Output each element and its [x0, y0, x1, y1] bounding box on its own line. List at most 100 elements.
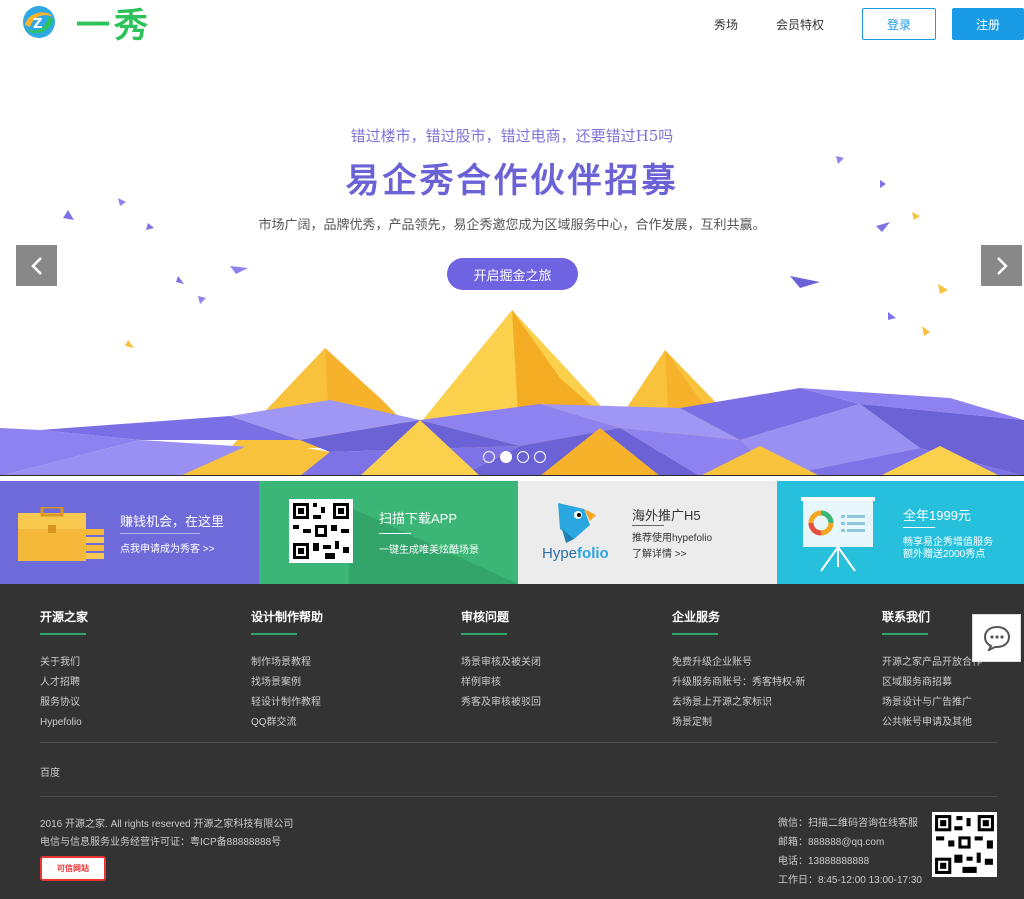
banner-bottom-strip: [0, 475, 1024, 476]
footer-column-review: 审核问题 场景审核及被关闭 样例审核 秀客及审核被驳回: [461, 608, 541, 713]
hypefolio-logo: Hypefolio: [542, 545, 609, 562]
banner-description: 市场广阔，品牌优秀，产品领先，易企秀邀您成为区域服务中心，合作发展，互利共赢。: [258, 217, 766, 232]
footer-divider: [40, 742, 997, 743]
footer-link[interactable]: 去场景上开源之家标识: [672, 693, 805, 713]
license-text: 电信与信息服务业务经营许可证：粤ICP备88888888号: [40, 837, 282, 848]
carousel-dot-4[interactable]: [534, 451, 546, 463]
carousel-dot-2[interactable]: [500, 451, 512, 463]
friend-link-baidu[interactable]: 百度: [40, 764, 60, 779]
promo-app-divider: [379, 533, 411, 534]
logo-text: 一秀: [76, 5, 152, 46]
footer-link[interactable]: 场景定制: [672, 713, 805, 733]
wechat-qr-code-icon: [932, 812, 997, 877]
chevron-right-icon: [996, 256, 1008, 275]
footer-link[interactable]: QQ群交流: [251, 713, 323, 733]
promo-annual-subtitle-1: 畅享易企秀增值服务: [903, 537, 993, 548]
footer-link[interactable]: 场景设计与广告推广: [882, 693, 982, 713]
nav-link-showroom[interactable]: 秀场: [714, 16, 738, 33]
promo-overseas-title: 海外推广H5: [632, 508, 701, 523]
site-footer: 开源之家 关于我们 人才招聘 服务协议 Hypefolio 设计制作帮助 制作场…: [0, 584, 1024, 899]
footer-column-help: 设计制作帮助 制作场景教程 找场景案例 轻设计制作教程 QQ群交流: [251, 608, 323, 733]
carousel-dots: [483, 451, 551, 463]
carousel-next-button[interactable]: [981, 245, 1022, 286]
footer-link[interactable]: 服务协议: [40, 693, 88, 713]
logo-swirl-icon: Z: [23, 6, 55, 38]
footer-column-underline: [40, 633, 86, 635]
login-button[interactable]: 登录: [862, 8, 936, 40]
promo-app-subtitle: 一键生成唯美炫酷场景: [379, 545, 479, 556]
footer-column-title: 开源之家: [40, 610, 89, 624]
online-chat-button[interactable]: [972, 614, 1021, 662]
footer-column-title: 企业服务: [672, 610, 721, 624]
carousel-dot-1[interactable]: [483, 451, 495, 463]
presentation-board-icon: [801, 497, 875, 572]
hypefolio-logo-folio: folio: [577, 545, 609, 562]
footer-link[interactable]: Hypefolio: [40, 713, 88, 733]
top-header: Z 一秀 秀场 会员特权 登录 注册: [0, 0, 1024, 48]
promo-card-earn[interactable]: 赚钱机会，在这里 点我申请成为秀客 >>: [0, 481, 259, 584]
footer-link[interactable]: 关于我们: [40, 653, 88, 673]
footer-column-underline: [672, 633, 718, 635]
footer-column-underline: [251, 633, 297, 635]
footer-column-contact: 联系我们 开源之家产品开放合作 区域服务商招募 场景设计与广告推广 公共帐号申请…: [882, 608, 982, 733]
promo-app-title: 扫描下载APP: [379, 511, 458, 526]
promo-annual-title: 全年1999元: [903, 508, 971, 523]
footer-column-title: 审核问题: [461, 610, 510, 624]
trusted-site-badge-label: 可信网站: [57, 864, 89, 873]
footer-link[interactable]: 场景审核及被关闭: [461, 653, 541, 673]
hero-banner: 错过楼市，错过股市，错过电商，还要错过H5吗 易企秀合作伙伴招募 市场广阔，品牌…: [0, 48, 1024, 476]
contact-email: 邮箱：888888@qq.com: [778, 837, 885, 848]
trusted-site-badge[interactable]: 可信网站: [40, 856, 106, 881]
footer-link[interactable]: 开源之家产品开放合作: [882, 653, 982, 673]
footer-column-title: 设计制作帮助: [251, 610, 324, 624]
footer-column-underline: [882, 633, 928, 635]
footer-divider: [40, 796, 997, 797]
contact-info: 微信：扫描二维码咨询在线客服 邮箱：888888@qq.com 电话：13888…: [778, 814, 922, 890]
promo-overseas-divider: [632, 525, 664, 526]
promo-card-overseas[interactable]: Hypefolio 海外推广H5 推荐使用hypefolio 了解详情 >>: [518, 481, 777, 584]
banner-title: 易企秀合作伙伴招募: [345, 161, 679, 201]
footer-link[interactable]: 秀客及审核被驳回: [461, 693, 541, 713]
footer-link[interactable]: 区域服务商招募: [882, 673, 982, 693]
footer-link[interactable]: 公共帐号申请及其他: [882, 713, 982, 733]
footer-link[interactable]: 免费升级企业账号: [672, 653, 805, 673]
footer-column-about: 开源之家 关于我们 人才招聘 服务协议 Hypefolio: [40, 608, 88, 733]
qr-code-icon: [289, 499, 353, 563]
register-button[interactable]: 注册: [952, 8, 1024, 40]
promo-overseas-link[interactable]: 了解详情 >>: [632, 549, 686, 561]
hypefolio-bird-icon: [558, 503, 596, 543]
svg-text:Z: Z: [33, 17, 42, 32]
contact-wechat: 微信：扫描二维码咨询在线客服: [778, 818, 918, 829]
footer-column-underline: [461, 633, 507, 635]
footer-link[interactable]: 升级服务商账号：秀客特权-新: [672, 673, 805, 693]
promo-card-annual[interactable]: 全年1999元 畅享易企秀增值服务 额外赠送2000秀点: [777, 481, 1024, 584]
copyright-text: 2016 开源之家. All rights reserved 开源之家科技有限公…: [40, 819, 294, 830]
chevron-left-icon: [30, 256, 42, 275]
hypefolio-logo-hype: Hype: [542, 545, 578, 562]
start-journey-button[interactable]: 开启掘金之旅: [447, 258, 578, 290]
promo-earn-divider: [120, 533, 200, 534]
promo-cards: 赚钱机会，在这里 点我申请成为秀客 >> 扫描下载APP 一键生成唯美炫酷场景: [0, 481, 1024, 584]
footer-column-title: 联系我们: [882, 610, 931, 624]
promo-card-app[interactable]: 扫描下载APP 一键生成唯美炫酷场景: [259, 481, 518, 584]
contact-phone: 电话：13888888888: [778, 856, 870, 867]
briefcase-icon: [18, 507, 104, 561]
nav-link-vip[interactable]: 会员特权: [776, 16, 824, 33]
site-logo[interactable]: Z 一秀: [20, 4, 152, 46]
footer-link[interactable]: 样例审核: [461, 673, 541, 693]
banner-subtitle: 错过楼市，错过股市，错过电商，还要错过H5吗: [350, 127, 674, 145]
promo-annual-divider: [903, 527, 935, 528]
promo-earn-link[interactable]: 点我申请成为秀客 >>: [120, 544, 214, 556]
chat-bubble-icon: [983, 625, 1010, 651]
promo-earn-title: 赚钱机会，在这里: [120, 514, 225, 529]
footer-link[interactable]: 人才招聘: [40, 673, 88, 693]
carousel-dot-3[interactable]: [517, 451, 529, 463]
carousel-prev-button[interactable]: [16, 245, 57, 286]
contact-hours: 工作日：8:45-12:00 13:00-17:30: [778, 875, 922, 886]
footer-column-enterprise: 企业服务 免费升级企业账号 升级服务商账号：秀客特权-新 去场景上开源之家标识 …: [672, 608, 805, 733]
promo-overseas-subtitle: 推荐使用hypefolio: [632, 533, 713, 544]
footer-link[interactable]: 制作场景教程: [251, 653, 323, 673]
footer-link[interactable]: 轻设计制作教程: [251, 693, 323, 713]
footer-link[interactable]: 找场景案例: [251, 673, 323, 693]
top-nav: 秀场 会员特权 登录 注册: [714, 0, 1024, 48]
